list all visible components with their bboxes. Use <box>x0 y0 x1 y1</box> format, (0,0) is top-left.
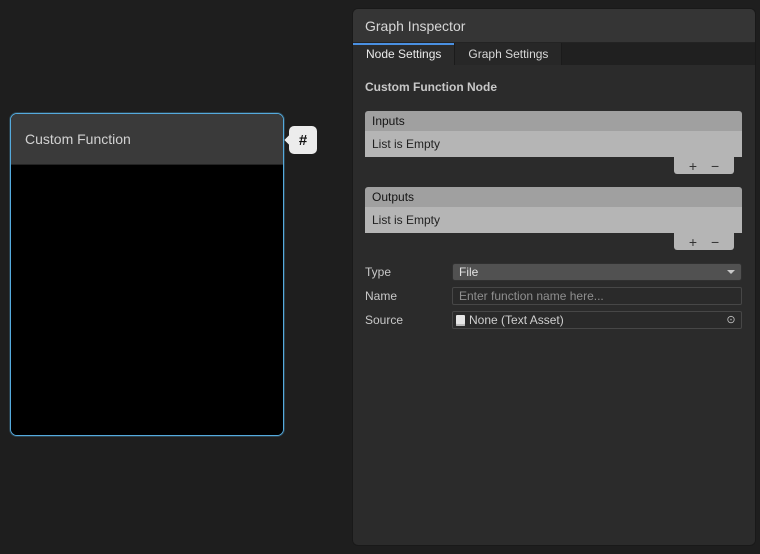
inputs-list-footer: + − <box>365 157 742 174</box>
inspector-content: Custom Function Node Inputs List is Empt… <box>353 80 755 329</box>
hash-badge-label: # <box>299 132 307 149</box>
graph-canvas[interactable]: Custom Function # Graph Inspector Node S… <box>0 0 760 554</box>
type-label: Type <box>365 265 452 279</box>
outputs-list: Outputs List is Empty + − <box>365 187 742 250</box>
tab-graph-settings-label: Graph Settings <box>468 47 548 61</box>
type-row: Type File <box>365 263 742 281</box>
tab-node-settings[interactable]: Node Settings <box>353 43 455 65</box>
inspector-title: Graph Inspector <box>365 18 465 34</box>
name-row: Name <box>365 287 742 305</box>
source-object-field[interactable]: None (Text Asset) ⊙ <box>452 311 742 329</box>
outputs-remove-button[interactable]: − <box>711 235 719 249</box>
name-input[interactable] <box>452 287 742 305</box>
source-object-value: None (Text Asset) <box>469 313 564 327</box>
node-settings-fields: Type File Name Source <box>365 263 742 329</box>
tab-node-settings-label: Node Settings <box>366 47 441 61</box>
inspector-tabbar: Node Settings Graph Settings <box>353 43 755 65</box>
type-dropdown-value: File <box>459 265 478 279</box>
object-picker-icon[interactable]: ⊙ <box>724 313 738 327</box>
text-asset-icon <box>456 315 465 326</box>
outputs-list-empty-label: List is Empty <box>365 207 742 233</box>
source-label: Source <box>365 313 452 327</box>
name-label: Name <box>365 289 452 303</box>
section-title: Custom Function Node <box>365 80 742 94</box>
inputs-list-empty-label: List is Empty <box>365 131 742 157</box>
node-preview-body <box>11 165 283 435</box>
inspector-header[interactable]: Graph Inspector <box>353 9 755 43</box>
outputs-add-button[interactable]: + <box>689 235 697 249</box>
hash-badge-icon[interactable]: # <box>289 126 317 154</box>
custom-function-node[interactable]: Custom Function <box>10 113 284 436</box>
inputs-remove-button[interactable]: − <box>711 159 719 173</box>
chevron-down-icon <box>727 270 735 274</box>
outputs-list-footer: + − <box>365 233 742 250</box>
tab-graph-settings[interactable]: Graph Settings <box>455 43 562 65</box>
graph-inspector-panel: Graph Inspector Node Settings Graph Sett… <box>353 9 755 545</box>
source-row: Source None (Text Asset) ⊙ <box>365 311 742 329</box>
node-title-bar[interactable]: Custom Function <box>11 114 283 165</box>
outputs-list-header: Outputs <box>365 187 742 207</box>
inputs-add-button[interactable]: + <box>689 159 697 173</box>
inputs-list-header: Inputs <box>365 111 742 131</box>
node-title-label: Custom Function <box>25 131 131 147</box>
inputs-list: Inputs List is Empty + − <box>365 111 742 174</box>
type-dropdown[interactable]: File <box>452 263 742 281</box>
